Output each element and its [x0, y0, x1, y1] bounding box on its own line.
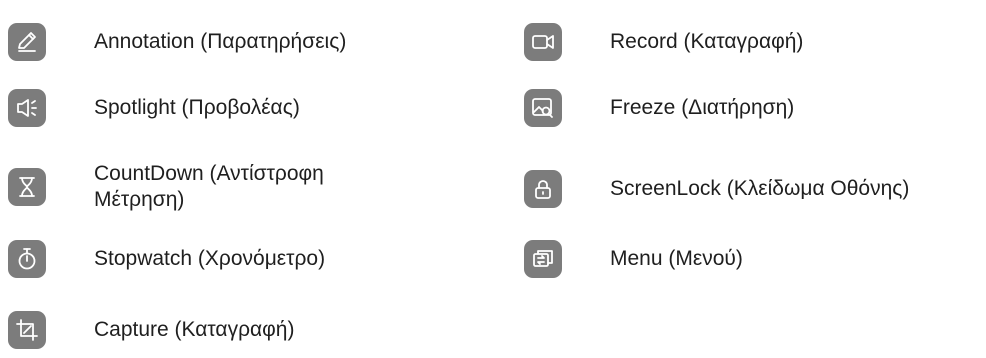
- feature-record: Record (Καταγραφή): [524, 23, 803, 61]
- feature-label: Stopwatch (Χρονόμετρο): [94, 247, 326, 270]
- feature-menu: Menu (Μενού): [524, 240, 743, 278]
- freeze-image-icon: [524, 89, 562, 127]
- feature-label: Menu (Μενού): [610, 247, 743, 270]
- crop-icon: [8, 311, 46, 349]
- feature-label: CountDown (Αντίστροφη Μέτρηση): [94, 162, 324, 211]
- feature-freeze: Freeze (Διατήρηση): [524, 89, 794, 127]
- feature-stopwatch: Stopwatch (Χρονόμετρο): [8, 240, 325, 278]
- feature-label: ScreenLock (Κλείδωμα Οθόνης): [610, 177, 910, 200]
- feature-capture: Capture (Καταγραφή): [8, 311, 294, 349]
- feature-label: Freeze (Διατήρηση): [610, 96, 795, 119]
- menu-icon: [524, 240, 562, 278]
- video-camera-icon: [524, 23, 562, 61]
- speaker-icon: [8, 89, 46, 127]
- feature-label: Capture (Καταγραφή): [94, 318, 295, 341]
- hourglass-icon: [8, 168, 46, 206]
- feature-countdown: CountDown (Αντίστροφη Μέτρηση): [8, 161, 414, 213]
- feature-screenlock: ScreenLock (Κλείδωμα Οθόνης): [524, 170, 909, 208]
- feature-spotlight: Spotlight (Προβολέας): [8, 89, 300, 127]
- feature-label: Record (Καταγραφή): [610, 30, 804, 53]
- feature-annotation: Annotation (Παρατηρήσεις): [8, 23, 346, 61]
- feature-label: Spotlight (Προβολέας): [94, 96, 300, 119]
- pen-icon: [8, 23, 46, 61]
- lock-icon: [524, 170, 562, 208]
- feature-label: Annotation (Παρατηρήσεις): [94, 30, 347, 53]
- stopwatch-icon: [8, 240, 46, 278]
